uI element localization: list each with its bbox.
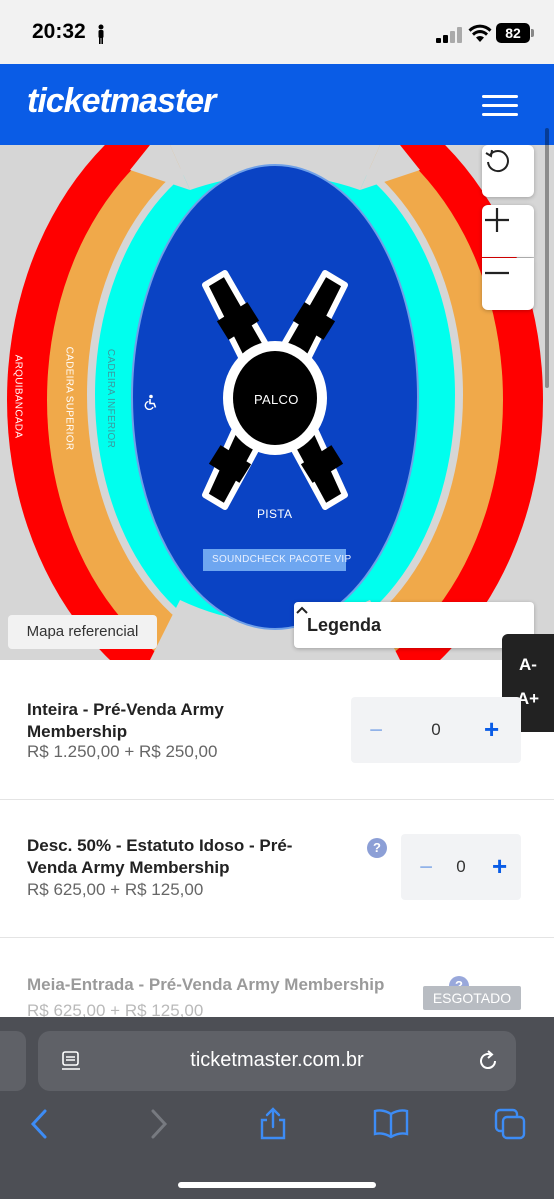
arquibancada-label: ARQUIBANCADA	[12, 354, 24, 439]
person-icon	[98, 24, 104, 44]
battery-indicator: 82	[496, 23, 534, 43]
legend-label: Legenda	[307, 615, 382, 635]
previous-tab-peek[interactable]	[0, 1031, 26, 1091]
quantity-stepper: − 0 +	[401, 834, 521, 900]
tabs-icon[interactable]	[493, 1107, 527, 1141]
bookmarks-icon[interactable]	[372, 1107, 410, 1141]
chevron-up-icon	[296, 606, 308, 614]
ticket-price: R$ 1.250,00 + R$ 250,00	[27, 742, 218, 761]
home-indicator	[178, 1182, 376, 1188]
forward-icon[interactable]	[148, 1107, 170, 1141]
quantity-value: 0	[456, 857, 466, 876]
ticket-row: Inteira - Pré-Venda Army Membership R$ 1…	[0, 660, 554, 800]
help-icon[interactable]: ?	[367, 838, 387, 858]
decrease-quantity-button[interactable]: −	[369, 717, 383, 745]
cadeira-inferior-label: CADEIRA INFERIOR	[105, 348, 117, 449]
url-text: ticketmaster.com.br	[190, 1049, 364, 1071]
quantity-value: 0	[431, 720, 441, 739]
quantity-stepper: − 0 +	[351, 697, 521, 763]
reload-icon[interactable]	[476, 1049, 500, 1073]
ticket-title: Inteira - Pré-Venda Army Membership	[27, 700, 224, 741]
rotate-icon	[485, 149, 509, 173]
signal-icon	[436, 27, 462, 43]
minus-icon	[485, 271, 509, 275]
address-bar[interactable]: ticketmaster.com.br	[38, 1031, 516, 1091]
ticket-title: Meia-Entrada - Pré-Venda Army Membership	[27, 975, 385, 994]
seat-map[interactable]: PALCO PISTA SOUNDCHECK PACOTE VIP ARQUIB…	[0, 145, 554, 660]
ticketmaster-logo[interactable]: ticketmaster	[27, 82, 216, 121]
increase-quantity-button[interactable]: +	[484, 714, 499, 745]
zoom-in-button[interactable]	[482, 205, 534, 257]
status-time: 20:32	[32, 20, 86, 43]
site-header: ticketmaster	[0, 64, 554, 145]
status-bar: 20:32 82	[0, 0, 554, 64]
ticket-title: Desc. 50% - Estatuto Idoso - Pré- Venda …	[27, 836, 293, 877]
wheelchair-icon	[144, 394, 157, 410]
soundcheck-label: SOUNDCHECK PACOTE VIP	[212, 554, 352, 565]
back-icon[interactable]	[28, 1107, 50, 1141]
browser-toolbar: ticketmaster.com.br	[0, 1017, 554, 1199]
menu-icon[interactable]	[482, 95, 518, 119]
palco-label: PALCO	[254, 392, 299, 407]
increase-quantity-button[interactable]: +	[492, 851, 507, 882]
ticket-price: R$ 625,00 + R$ 125,00	[27, 880, 204, 899]
legend-toggle[interactable]: Legenda	[294, 602, 534, 648]
ticket-row: Desc. 50% - Estatuto Idoso - Pré- Venda …	[0, 800, 554, 938]
wifi-icon	[468, 24, 492, 42]
map-reference-badge: Mapa referencial	[8, 615, 157, 649]
zoom-out-button[interactable]	[482, 258, 534, 310]
scrollbar[interactable]	[545, 128, 549, 388]
soldout-badge: ESGOTADO	[423, 986, 521, 1010]
share-icon[interactable]	[258, 1107, 288, 1141]
plus-icon	[485, 208, 509, 232]
decrease-quantity-button[interactable]: −	[419, 854, 433, 882]
reset-map-button[interactable]	[482, 145, 534, 197]
cadeira-superior-label: CADEIRA SUPERIOR	[63, 346, 75, 451]
pista-label: PISTA	[257, 507, 293, 521]
